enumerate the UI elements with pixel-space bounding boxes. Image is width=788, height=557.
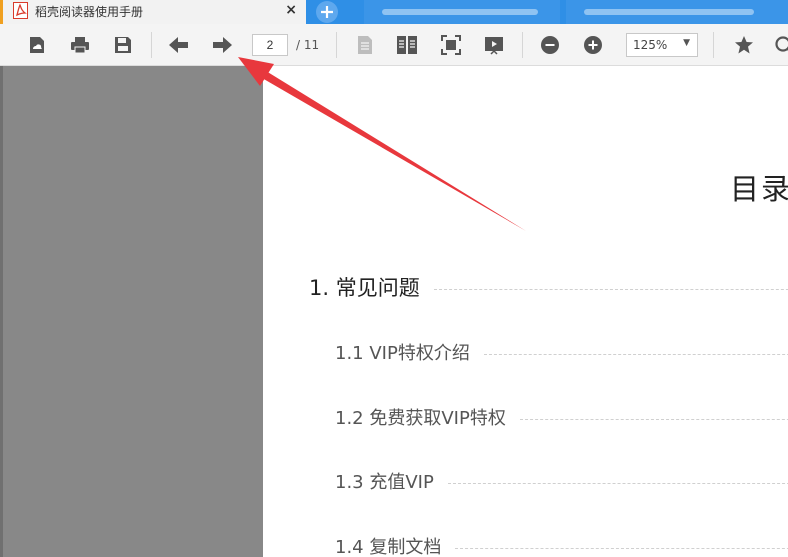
print-icon	[71, 37, 89, 54]
forward-button[interactable]	[210, 33, 234, 57]
slideshow-icon	[485, 37, 503, 55]
toolbar-separator	[151, 32, 152, 58]
toolbar-separator	[713, 32, 714, 58]
save-button[interactable]	[111, 33, 135, 57]
zoom-in-button[interactable]	[581, 33, 605, 57]
tab-bar: 稻壳阅读器使用手册 ×	[0, 0, 788, 24]
chevron-down-icon: ▼	[683, 38, 690, 48]
toolbar-separator	[336, 32, 337, 58]
toc-entry[interactable]: 1.2 免费获取VIP特权	[335, 404, 788, 430]
single-page-icon	[358, 36, 372, 54]
toc-entry-label: 1.1 VIP特权介绍	[335, 343, 470, 364]
toc-entry[interactable]: 1. 常见问题	[309, 272, 788, 302]
page-number-input[interactable]	[252, 34, 288, 56]
search-button[interactable]	[772, 33, 788, 57]
open-file-icon	[30, 37, 44, 53]
tab-title: 稻壳阅读器使用手册	[35, 5, 144, 19]
toc-entry-label: 1.4 复制文档	[335, 537, 442, 557]
toc-leader	[483, 353, 788, 355]
toc-entry[interactable]: 1.1 VIP特权介绍	[335, 339, 788, 365]
single-page-button[interactable]	[353, 33, 377, 57]
page-title: 目录	[730, 172, 788, 206]
page-total: / 11	[296, 38, 320, 52]
tab-active[interactable]: 稻壳阅读器使用手册 ×	[0, 0, 306, 24]
toc-entry-label: 1.3 充值VIP	[335, 472, 434, 493]
toc-entry[interactable]: 1.3 充值VIP	[335, 468, 788, 494]
back-button[interactable]	[167, 33, 191, 57]
toolbar: / 11	[0, 24, 788, 66]
document-page: 目录 1. 常见问题 1.1 VIP特权介绍 1.2 免费获取VIP特权 1.3…	[263, 66, 788, 557]
toc-leader	[455, 547, 788, 549]
slideshow-button[interactable]	[482, 33, 506, 57]
two-page-icon	[397, 36, 417, 54]
toc-leader	[519, 418, 788, 420]
zoom-out-button[interactable]	[538, 33, 562, 57]
toc-entry[interactable]: 1.4 复制文档	[335, 533, 788, 557]
tab-background-2[interactable]	[566, 0, 788, 24]
forward-arrow-icon	[213, 37, 232, 53]
zoom-in-icon	[584, 36, 602, 54]
fit-page-icon	[441, 35, 461, 55]
zoom-value: 125%	[633, 38, 668, 52]
new-tab-button[interactable]	[316, 1, 338, 23]
toc-entry-label: 1.2 免费获取VIP特权	[335, 408, 506, 429]
zoom-out-icon	[541, 36, 559, 54]
tab-background-1[interactable]	[364, 0, 560, 24]
toc-leader	[447, 482, 788, 484]
bookmark-button[interactable]	[732, 33, 756, 57]
open-file-button[interactable]	[25, 33, 49, 57]
star-icon	[735, 36, 753, 54]
toc-entry-label: 1. 常见问题	[309, 276, 420, 300]
search-icon	[775, 36, 788, 52]
pdf-icon	[13, 2, 28, 19]
sidebar-edge[interactable]	[0, 66, 3, 557]
toolbar-separator	[522, 32, 523, 58]
print-button[interactable]	[68, 33, 92, 57]
two-page-button[interactable]	[395, 33, 419, 57]
back-arrow-icon	[169, 37, 188, 53]
save-icon	[115, 37, 131, 53]
fit-page-button[interactable]	[439, 33, 463, 57]
tab-close-button[interactable]: ×	[285, 2, 297, 18]
plus-icon	[321, 6, 333, 18]
toc-leader	[433, 288, 788, 290]
zoom-select[interactable]: 125% ▼	[626, 33, 698, 57]
